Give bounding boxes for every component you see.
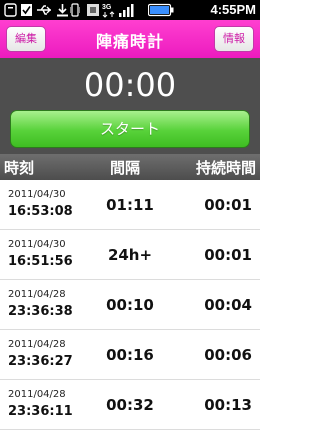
row-date: 2011/04/30 — [8, 189, 66, 200]
row-duration: 00:01 — [204, 246, 252, 264]
row-date: 2011/04/28 — [8, 389, 66, 400]
table-row[interactable]: 2011/04/30 16:51:56 24h+ 00:01 — [0, 230, 260, 280]
svg-text:3G: 3G — [102, 4, 112, 11]
checkbox-icon — [21, 4, 32, 16]
title-bar: 編集 陣痛時計 情報 — [0, 20, 260, 58]
row-duration: 00:04 — [204, 296, 252, 314]
timer-panel: 00:00 スタート — [0, 58, 260, 154]
start-button[interactable]: スタート — [10, 110, 250, 148]
column-interval: 間隔 — [110, 159, 141, 177]
table-row[interactable]: 2011/04/30 16:53:08 01:11 00:01 — [0, 180, 260, 230]
row-interval: 00:10 — [106, 296, 154, 314]
row-duration: 00:01 — [204, 196, 252, 214]
status-time: 4:55PM — [210, 2, 256, 17]
timer-display: 00:00 — [83, 66, 177, 104]
table-row[interactable]: 2011/04/28 23:36:27 00:16 00:06 — [0, 330, 260, 380]
row-duration: 00:13 — [204, 396, 252, 414]
row-clock: 23:36:38 — [8, 304, 73, 319]
battery-icon — [148, 3, 174, 17]
row-interval: 00:16 — [106, 346, 154, 364]
status-bar: 3G 4:55PM — [0, 0, 260, 20]
row-clock: 23:36:11 — [8, 404, 73, 419]
table-row[interactable]: 2011/04/28 23:36:11 00:32 00:13 — [0, 380, 260, 430]
row-date: 2011/04/30 — [8, 239, 66, 250]
column-header: 時刻 間隔 持続時間 — [0, 154, 260, 180]
column-time: 時刻 — [4, 159, 35, 177]
table-row[interactable]: 2011/04/28 23:36:38 00:10 00:04 — [0, 280, 260, 330]
signal-icon — [119, 4, 134, 17]
row-interval: 24h+ — [107, 246, 153, 264]
notification-icon — [4, 3, 17, 17]
row-interval: 01:11 — [106, 196, 154, 214]
3g-icon: 3G — [102, 4, 115, 18]
row-date: 2011/04/28 — [8, 289, 66, 300]
vibrate-icon — [70, 3, 80, 17]
row-clock: 16:51:56 — [8, 254, 73, 269]
column-duration: 持続時間 — [195, 159, 256, 177]
info-button[interactable]: 情報 — [214, 26, 254, 52]
row-interval: 00:32 — [106, 396, 154, 414]
row-clock: 23:36:27 — [8, 354, 73, 369]
row-clock: 16:53:08 — [8, 204, 73, 219]
usb-icon — [37, 5, 51, 15]
row-duration: 00:06 — [204, 346, 252, 364]
download-icon — [57, 4, 68, 17]
row-date: 2011/04/28 — [8, 339, 66, 350]
sim-icon — [87, 4, 99, 16]
